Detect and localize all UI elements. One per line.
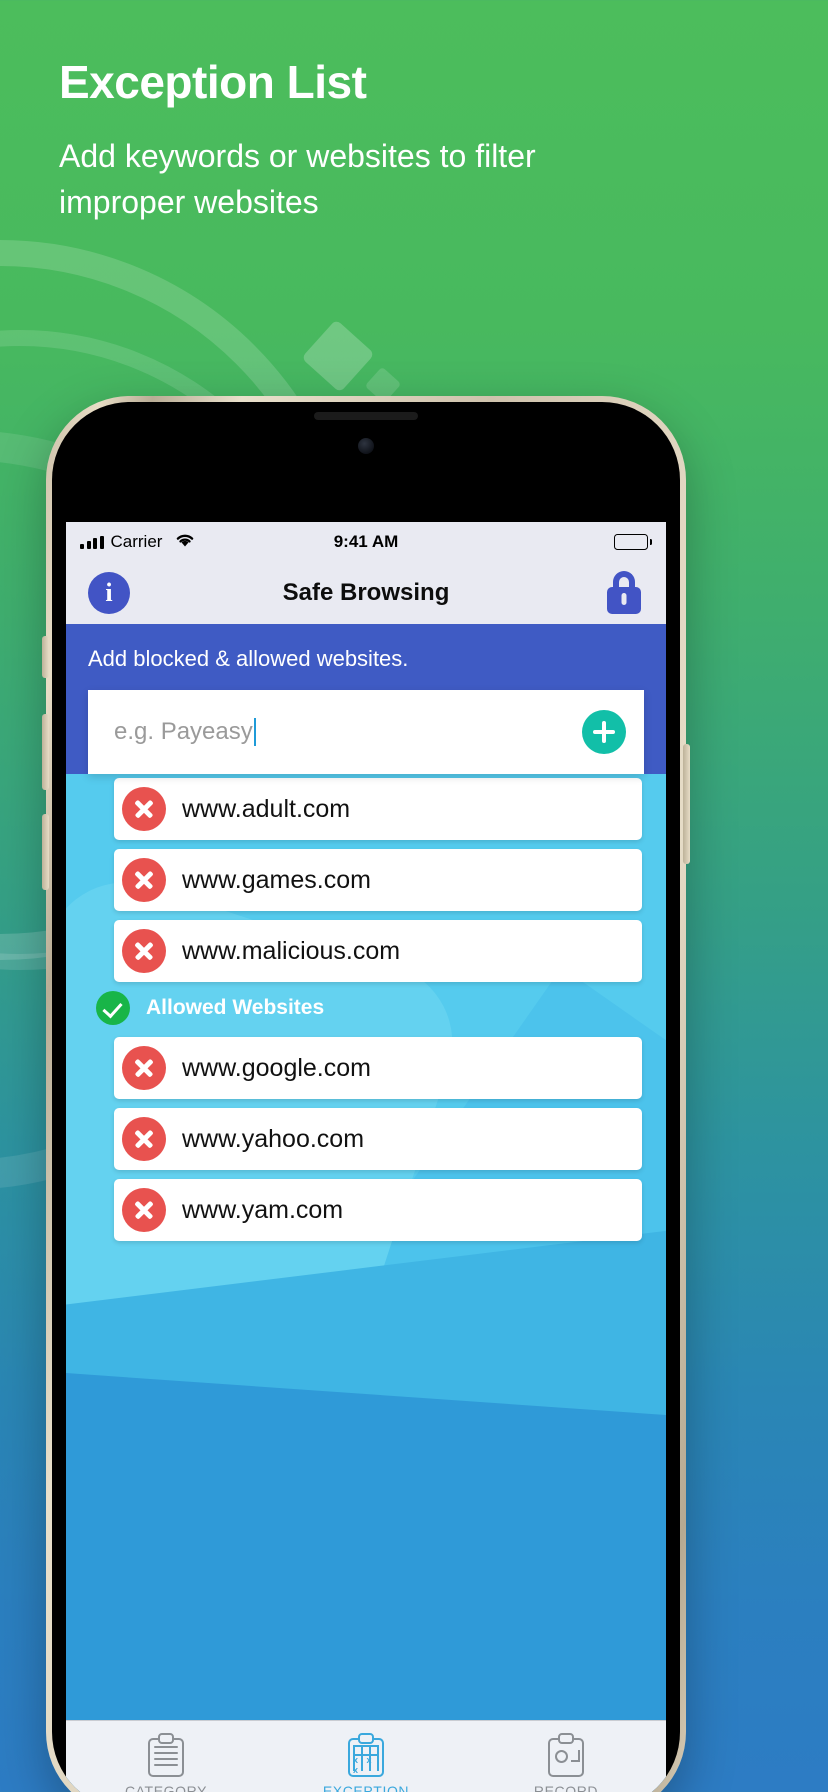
- clipboard-grid-icon: x x x: [348, 1732, 384, 1777]
- info-icon-label: i: [105, 578, 113, 607]
- section-label: Allowed Websites: [146, 996, 325, 1019]
- x-circle-icon[interactable]: [122, 1117, 166, 1161]
- status-bar-time: 9:41 AM: [333, 532, 399, 551]
- promo-header: Exception List Add keywords or websites …: [59, 58, 759, 226]
- lock-icon[interactable]: [604, 571, 644, 615]
- add-website-section: Add blocked & allowed websites. e.g. Pay…: [66, 624, 666, 774]
- phone-earpiece: [314, 412, 418, 420]
- status-bar: Carrier 9:41 AM: [66, 522, 666, 562]
- decorative-diamond-1: [301, 319, 375, 393]
- tab-label: CATEGORY: [124, 1782, 208, 1792]
- list-item-label: www.google.com: [182, 1053, 371, 1082]
- bottom-tab-bar: CATEGORY x x x EXCEPTION RECORD: [66, 1720, 666, 1792]
- phone-body: Carrier 9:41 AM i Safe Browsing Add bloc…: [52, 402, 680, 1792]
- battery-full-icon: [614, 534, 652, 550]
- website-input[interactable]: e.g. Payeasy: [114, 718, 582, 746]
- tab-category[interactable]: CATEGORY: [66, 1721, 266, 1792]
- section-header-allowed: Allowed Websites: [96, 991, 642, 1025]
- x-circle-icon[interactable]: [122, 787, 166, 831]
- list-item[interactable]: www.adult.com: [114, 778, 642, 840]
- signal-bars-icon: [80, 535, 104, 549]
- info-icon[interactable]: i: [88, 572, 130, 614]
- exception-list: Blocked Websites www.adult.com www.games…: [66, 708, 666, 1241]
- phone-volume-down-button: [42, 814, 49, 890]
- tab-record[interactable]: RECORD: [466, 1721, 666, 1792]
- clipboard-list-icon: [148, 1732, 184, 1777]
- x-circle-icon[interactable]: [122, 1046, 166, 1090]
- list-item-label: www.adult.com: [182, 794, 351, 823]
- x-circle-icon[interactable]: [122, 929, 166, 973]
- check-circle-icon: [96, 991, 130, 1025]
- website-input-placeholder: e.g. Payeasy: [114, 718, 253, 745]
- page-title: Exception List: [59, 56, 367, 108]
- list-item-label: www.malicious.com: [182, 936, 401, 965]
- clipboard-check-icon: [548, 1732, 584, 1777]
- list-item-label: www.yahoo.com: [182, 1124, 365, 1153]
- tab-label: RECORD: [533, 1782, 599, 1792]
- list-item-label: www.games.com: [182, 865, 371, 894]
- phone-volume-up-button: [42, 714, 49, 790]
- list-item-label: www.yam.com: [182, 1195, 344, 1224]
- text-caret: [253, 718, 257, 746]
- page-subtitle: Add keywords or websites to filter impro…: [59, 138, 536, 221]
- list-item[interactable]: www.yahoo.com: [114, 1108, 642, 1170]
- phone-mute-switch: [42, 636, 49, 678]
- phone-front-camera: [358, 438, 374, 454]
- list-item[interactable]: www.games.com: [114, 849, 642, 911]
- add-section-hint: Add blocked & allowed websites.: [88, 646, 409, 671]
- nav-title: Safe Browsing: [282, 579, 450, 606]
- phone-screen: Carrier 9:41 AM i Safe Browsing Add bloc…: [66, 522, 666, 1792]
- phone-power-button: [683, 744, 690, 864]
- tab-label: EXCEPTION: [322, 1782, 410, 1792]
- x-circle-icon[interactable]: [122, 858, 166, 902]
- carrier-label: Carrier: [110, 532, 163, 551]
- list-item[interactable]: www.google.com: [114, 1037, 642, 1099]
- add-website-input-row[interactable]: e.g. Payeasy: [88, 690, 644, 774]
- x-circle-icon[interactable]: [122, 1188, 166, 1232]
- exception-list-content: Blocked Websites www.adult.com www.games…: [66, 708, 666, 1720]
- list-item[interactable]: www.malicious.com: [114, 920, 642, 982]
- wifi-icon: [174, 532, 196, 553]
- status-bar-left: Carrier: [80, 532, 196, 553]
- phone-mockup: Carrier 9:41 AM i Safe Browsing Add bloc…: [42, 396, 690, 1792]
- tab-exception[interactable]: x x x EXCEPTION: [266, 1721, 466, 1792]
- list-item[interactable]: www.yam.com: [114, 1179, 642, 1241]
- add-button[interactable]: [582, 710, 626, 754]
- app-nav-bar: i Safe Browsing: [66, 562, 666, 624]
